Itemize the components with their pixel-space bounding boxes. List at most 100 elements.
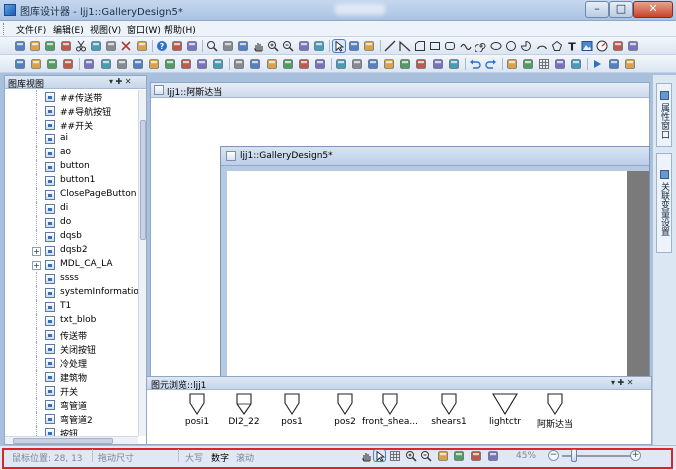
expand-icon[interactable]: + [32,247,41,256]
tree-item[interactable]: + dqsb2 [5,244,138,258]
button-button[interactable] [612,40,624,52]
grid-button[interactable] [538,58,550,70]
same-width-button[interactable] [180,58,192,70]
ellipse-button[interactable] [490,40,502,52]
arc-button[interactable] [536,40,548,52]
zoom-in-button[interactable]: + [630,450,641,461]
menu-grip[interactable] [3,23,6,35]
polygon-button[interactable] [551,40,563,52]
zoom-button[interactable] [206,40,218,52]
menu-file[interactable]: 文件(F) [16,23,46,36]
tree-item[interactable]: dqsb [5,230,138,244]
zoom-in-icon[interactable] [405,450,417,462]
center-v-button[interactable] [448,58,460,70]
zoom-out-icon[interactable] [420,450,432,462]
cut-button[interactable] [75,40,87,52]
tab-variable-binding[interactable]: 关联变量设置 [656,153,672,253]
close-button[interactable]: ✕ [633,1,673,18]
flip-h-button[interactable] [46,58,58,70]
tree-item[interactable]: 弯管道2 [5,412,138,426]
menu-window[interactable]: 窗口(W) [127,23,161,36]
note-button[interactable] [506,58,518,70]
align-right-button[interactable] [116,58,128,70]
tree-item[interactable]: ##开关 [5,118,138,132]
tree-item[interactable]: di [5,202,138,216]
zoom-slider-thumb[interactable] [570,449,577,462]
new-button[interactable] [14,40,26,52]
table-button[interactable] [522,58,534,70]
group-button[interactable] [298,58,310,70]
minimize-button[interactable]: – [585,1,609,18]
tree-item[interactable]: ##导航按钮 [5,104,138,118]
library-vertical-scrollbar[interactable] [138,90,146,436]
gallery-item[interactable]: front_shea... [360,393,420,433]
design-canvas[interactable] [227,171,627,379]
rotate-right-button[interactable] [30,58,42,70]
tree-item[interactable]: ClosePageButton [5,188,138,202]
tree-item[interactable]: txt_blob [5,314,138,328]
bring-forward-button[interactable] [266,58,278,70]
grid-icon[interactable] [389,450,400,461]
space-v-button[interactable] [415,58,427,70]
line-button[interactable] [384,40,396,52]
scroll-thumb[interactable] [140,120,146,240]
zoom-fit-button[interactable] [222,40,234,52]
tree-item[interactable]: 关闭按钮 [5,342,138,356]
send-back-button[interactable] [249,58,261,70]
zoom-height-button[interactable] [313,40,325,52]
tree-item[interactable]: systemInformation [5,286,138,300]
listbox-button[interactable] [627,40,639,52]
rotate-left-button[interactable] [14,58,26,70]
circle-button[interactable] [505,40,517,52]
align-bottom-button[interactable] [164,58,176,70]
tree-item[interactable]: T1 [5,300,138,314]
zoom-width-button[interactable] [298,40,310,52]
gallery-item[interactable]: 阿斯达当 [525,393,585,433]
scroll-thumb[interactable] [13,438,113,444]
tree-item[interactable]: + MDL_CA_LA [5,258,138,272]
zoom-width-icon[interactable] [470,450,481,461]
zoom-page-button[interactable] [237,40,249,52]
paste-button[interactable] [105,40,117,52]
align-center-button[interactable] [100,58,112,70]
gallery-item[interactable]: shears1 [419,393,479,433]
tree-item[interactable]: do [5,216,138,230]
align-top-button[interactable] [132,58,144,70]
align-left-button[interactable] [83,58,95,70]
redo-button[interactable] [485,58,497,70]
document-tab-outer[interactable]: ljj1::阿斯达当 [151,83,649,98]
wave-button[interactable] [460,40,472,52]
pan-button[interactable] [252,40,264,52]
tree-item[interactable]: button1 [5,174,138,188]
menu-view[interactable]: 视图(V) [90,23,121,36]
panel-pin-icon[interactable]: ▾ ✚ ✕ [611,378,634,387]
open-button[interactable] [29,40,41,52]
gauge-button[interactable] [596,40,608,52]
lock-button[interactable] [335,58,347,70]
space-h-button[interactable] [399,58,411,70]
zoom-out-button[interactable]: − [548,450,559,461]
gallery-item[interactable]: pos1 [262,393,322,433]
select-icon[interactable] [373,449,386,462]
maximize-button[interactable]: □ [609,1,633,18]
zoom-fit-icon[interactable] [437,450,448,461]
expand-icon[interactable]: + [32,261,41,270]
tree-item[interactable]: 冷处理 [5,356,138,370]
print-button[interactable] [136,40,148,52]
bring-front-button[interactable] [233,58,245,70]
copy-button[interactable] [90,40,102,52]
distribute-h-button[interactable] [367,58,379,70]
library-horizontal-scrollbar[interactable] [5,436,138,444]
zoom-in-button[interactable] [267,40,279,52]
tree-item[interactable]: ao [5,146,138,160]
distribute-v-button[interactable] [383,58,395,70]
run-button[interactable] [591,58,603,70]
menu-edit[interactable]: 编辑(E) [53,23,84,36]
save-button[interactable] [60,40,72,52]
image-button[interactable] [581,40,593,52]
spiral-button[interactable] [473,40,487,53]
unlock-button[interactable] [351,58,363,70]
tab-properties[interactable]: 属性窗口 [656,83,672,147]
pan-icon[interactable] [360,450,371,462]
color-button[interactable] [186,40,198,52]
